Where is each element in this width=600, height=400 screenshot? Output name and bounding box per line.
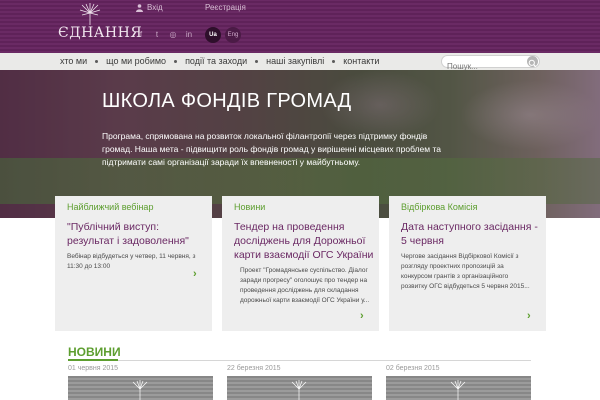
card-category: Найближчий вебінар [67,202,154,212]
chevron-right-icon[interactable]: › [193,268,197,280]
hero-text: Програма, спрямована на розвиток локальн… [102,131,442,167]
news-thumbnail[interactable] [386,376,531,400]
news-heading: НОВИНИ [68,345,121,359]
logo-text: ЄДНАННЯ [58,25,143,41]
news-date: 22 березня 2015 [227,365,281,372]
nav-item-procurement[interactable]: наші закупівлі [266,56,324,66]
lang-en-button[interactable]: Eng [225,27,241,43]
card-body: Чергове засідання Відбіркової Комісії з … [401,253,530,290]
chevron-right-icon[interactable]: › [527,310,531,322]
news-thumbnail[interactable] [68,376,213,400]
twitter-icon[interactable]: t [153,30,161,39]
facebook-icon[interactable]: f [137,30,145,39]
nav-separator [255,59,259,63]
dandelion-icon [291,380,307,400]
hero-title: ШКОЛА ФОНДІВ ГРОМАД [102,90,352,112]
card-title[interactable]: Тендер на проведення досліджень для Доро… [234,220,374,262]
nav-item-contacts[interactable]: контакти [343,56,379,66]
chevron-right-icon[interactable]: › [360,310,364,322]
card-title[interactable]: "Публічний виступ: результат і задоволен… [67,220,207,248]
card-body: Вебінар відбудеться у четвер, 11 червня,… [67,253,196,270]
logo[interactable]: ЄДНАННЯ [58,3,143,49]
user-icon [136,3,143,12]
card-news[interactable]: Новини Тендер на проведення досліджень д… [222,196,379,331]
search-icon [528,59,537,68]
lang-ua-button[interactable]: Ua [205,27,221,43]
social-links: f t ◎ in [137,30,193,39]
news-date: 01 червня 2015 [68,365,119,372]
nav-item-about[interactable]: хто ми [60,56,87,66]
site-header: ЄДНАННЯ Вхід Реєстрація f t ◎ in Ua Eng [0,0,600,53]
nav-item-what-we-do[interactable]: що ми робимо [106,56,166,66]
register-link[interactable]: Реєстрація [205,3,246,12]
card-category: Новини [234,202,266,212]
card-commission[interactable]: Відбіркова Комісія Дата наступного засід… [389,196,546,331]
news-date: 02 березня 2015 [386,365,440,372]
nav-separator [95,59,99,63]
dandelion-icon [132,380,148,400]
search-button[interactable] [527,56,538,68]
dandelion-icon [79,3,101,25]
nav-separator [174,59,178,63]
nav-item-events[interactable]: події та заходи [185,56,247,66]
search-box [441,55,540,72]
card-webinar[interactable]: Найближчий вебінар "Публічний виступ: ре… [55,196,212,331]
linkedin-icon[interactable]: in [185,30,193,39]
card-body: Проект "Громадянське суспільство. Діалог… [240,267,370,304]
login-label: Вхід [147,3,163,12]
divider [68,360,531,361]
divider-accent [68,359,118,361]
news-thumbnail[interactable] [227,376,372,400]
card-title[interactable]: Дата наступного засідання - 5 червня [401,220,541,248]
card-category: Відбіркова Комісія [401,202,478,212]
login-link[interactable]: Вхід [136,3,163,12]
instagram-icon[interactable]: ◎ [169,30,177,39]
nav-separator [332,59,336,63]
dandelion-icon [450,380,466,400]
